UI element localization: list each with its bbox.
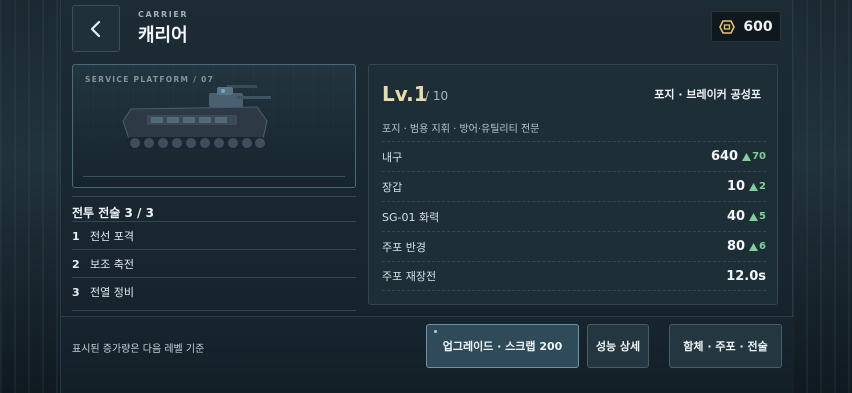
stat-name: 주포 반경 <box>382 240 426 254</box>
stat-value-group: 640 70 <box>711 149 766 164</box>
footer-bar: 표시된 증가량은 다음 레벨 기준 업그레이드 · 스크랩 200 성능 상세 … <box>61 316 794 393</box>
stat-increase: 6 <box>749 241 766 252</box>
tactic-label: 전열 정비 <box>90 286 134 299</box>
currency-badge: 600 <box>711 11 781 42</box>
level-max: / 10 <box>425 89 449 103</box>
divider <box>72 196 356 197</box>
stat-row-reload: 주포 재장전 12.0s <box>382 261 766 291</box>
triangle-up-icon <box>749 182 759 191</box>
stat-increase: 70 <box>742 151 766 162</box>
tactic-label: 보조 축전 <box>90 258 134 271</box>
stat-increase-value: 2 <box>759 181 766 192</box>
carrier-vehicle-image <box>122 85 271 149</box>
loadout-button[interactable]: 함체 · 주포 · 전술 <box>669 324 782 368</box>
unit-detail-panel: CARRIER 캐리어 600 SERVICE PLATFORM / 07 전투… <box>60 0 794 393</box>
tactic-label: 전선 포격 <box>90 230 134 243</box>
stat-row-radius: 주포 반경 80 6 <box>382 231 766 261</box>
stat-increase-value: 70 <box>752 151 766 162</box>
vehicle-preview-card: SERVICE PLATFORM / 07 <box>72 64 356 188</box>
weapon-name: 포지 · 브레이커 공성포 <box>654 88 761 101</box>
stat-value-group: 12.0s <box>726 269 766 284</box>
back-button[interactable] <box>72 5 120 52</box>
stat-row-durability: 내구 640 70 <box>382 141 766 171</box>
unit-class-label: CARRIER <box>138 10 189 19</box>
performance-details-button[interactable]: 성능 상세 <box>587 324 649 368</box>
triangle-up-icon <box>742 152 752 161</box>
stat-increase-value: 6 <box>759 241 766 252</box>
triangle-up-icon <box>749 212 759 221</box>
chevron-left-icon <box>90 20 101 37</box>
stat-name: 내구 <box>382 150 403 164</box>
divider <box>72 310 356 311</box>
tactics-title: 전투 전술 3 / 3 <box>72 206 154 220</box>
stat-value: 40 <box>726 209 746 224</box>
currency-amount: 600 <box>743 18 773 35</box>
stats-panel: Lv.1 / 10 포지 · 브레이커 공성포 포지 · 범용 지휘 · 방어·… <box>368 64 778 305</box>
stat-row-firepower: SG-01 화력 40 5 <box>382 201 766 231</box>
stat-name: SG-01 화력 <box>382 210 440 224</box>
stat-value-group: 40 5 <box>727 209 766 224</box>
stat-value-group: 10 2 <box>727 179 766 194</box>
tactic-number: 1 <box>72 229 80 243</box>
level-value: Lv.1 <box>382 82 428 106</box>
tactic-number: 2 <box>72 257 80 271</box>
unit-role: 포지 · 범용 지휘 · 방어·유틸리티 전문 <box>382 124 540 135</box>
tactic-number: 3 <box>72 285 80 299</box>
card-underline <box>83 176 345 177</box>
background-scenery-left <box>0 0 60 393</box>
triangle-up-icon <box>749 242 759 251</box>
tactic-item[interactable]: 3 전열 정비 <box>72 278 356 306</box>
stat-increase-value: 5 <box>759 211 766 222</box>
stat-increase: 2 <box>749 181 766 192</box>
stat-value: 10 <box>726 179 746 194</box>
upgrade-button[interactable]: 업그레이드 · 스크랩 200 <box>426 324 579 368</box>
stat-value: 80 <box>726 239 746 254</box>
background-scenery-right <box>792 0 852 393</box>
tactic-item[interactable]: 1 전선 포격 <box>72 222 356 250</box>
footer-note: 표시된 증가량은 다음 레벨 기준 <box>72 344 205 355</box>
stat-value-group: 80 6 <box>727 239 766 254</box>
stat-value: 640 <box>710 149 739 164</box>
stat-value: 12.0s <box>726 268 766 284</box>
stat-row-armor: 장갑 10 2 <box>382 171 766 201</box>
scrap-chip-icon <box>719 19 736 34</box>
page-title: 캐리어 <box>138 25 188 46</box>
stat-increase: 5 <box>749 211 766 222</box>
tactic-item[interactable]: 2 보조 축전 <box>72 250 356 278</box>
stat-name: 주포 재장전 <box>382 270 437 283</box>
stat-name: 장갑 <box>382 180 403 194</box>
